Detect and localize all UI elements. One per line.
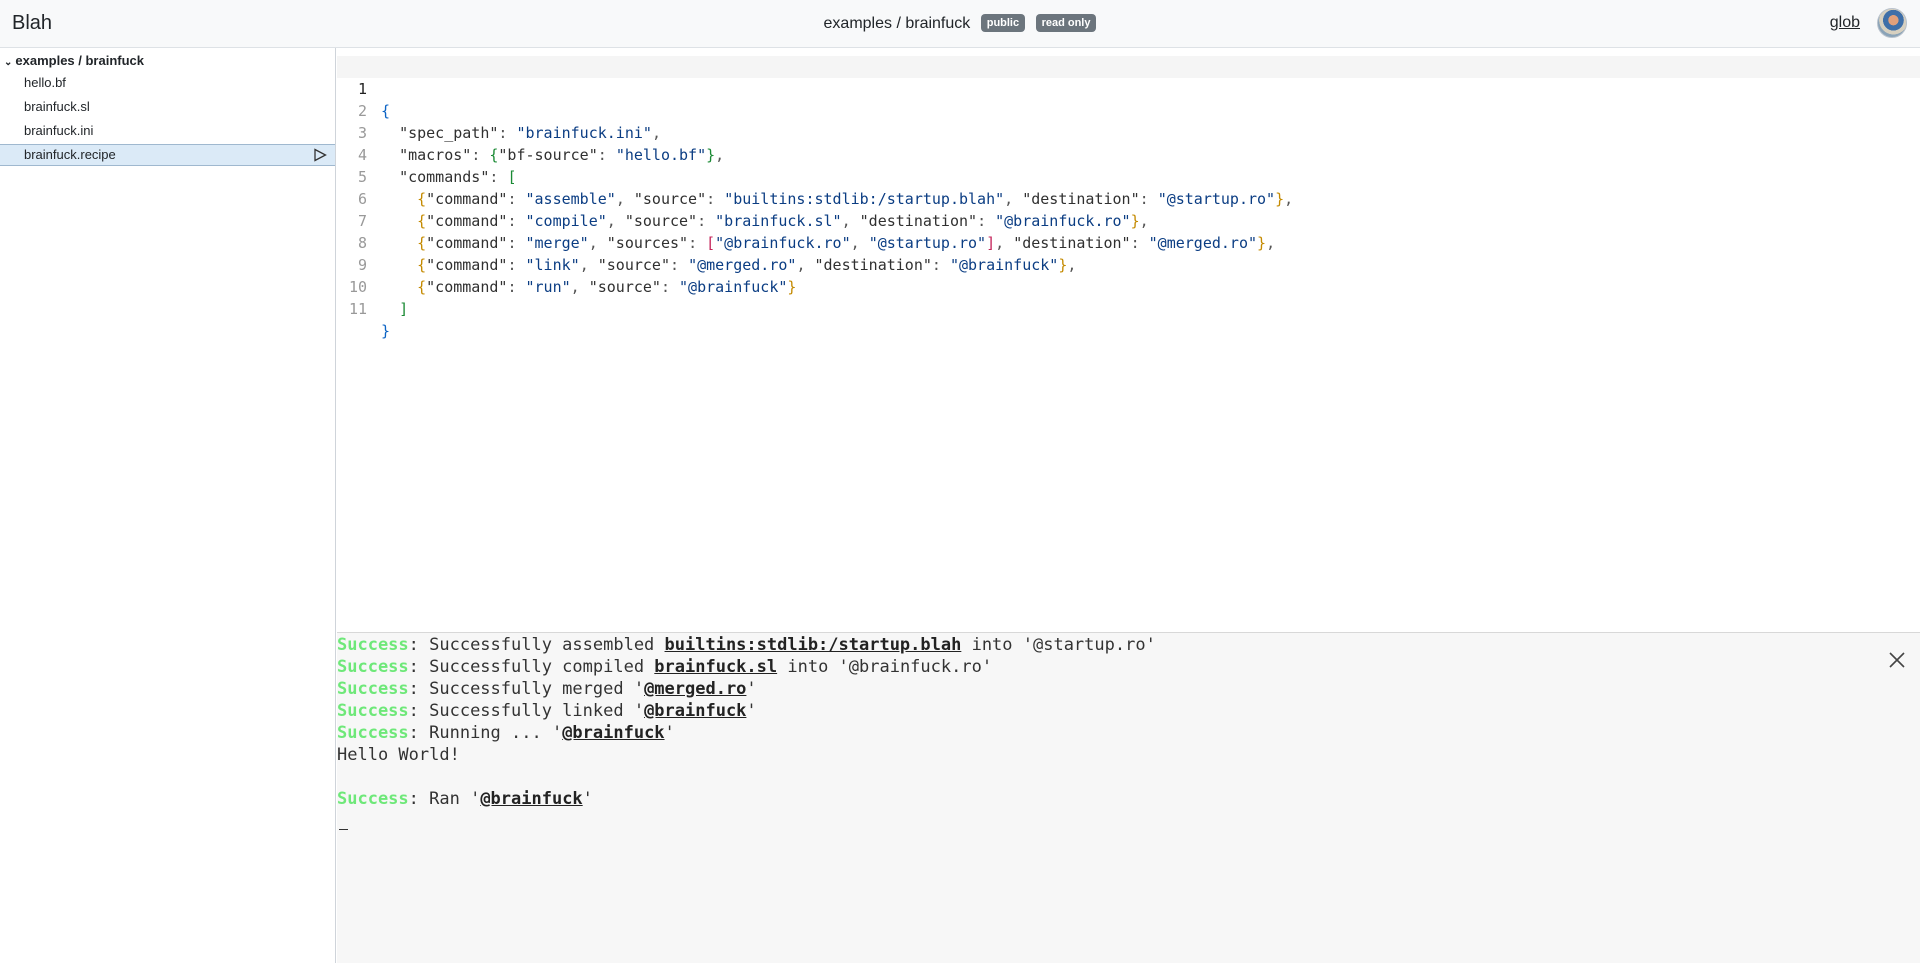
- code-content: }: [381, 322, 391, 340]
- close-icon[interactable]: [1888, 651, 1906, 669]
- console-output: Hello World!: [337, 745, 460, 765]
- console-line-3: Success: Successfully merged '@merged.ro…: [337, 679, 757, 699]
- code-line-7: 7 {"command": "merge", "sources": ["@bra…: [337, 188, 1920, 252]
- console-line-5: Success: Running ... '@brainfuck': [337, 723, 675, 743]
- top-navbar: Blah examples / brainfuck public read on…: [0, 0, 1920, 48]
- chevron-down-icon: ⌄: [4, 57, 13, 68]
- file-item-brainfuck-recipe[interactable]: brainfuck.recipe: [0, 144, 335, 166]
- code-line-9: 9 {"command": "run", "source": "@brainfu…: [337, 232, 1920, 296]
- console-line-4: Success: Successfully linked '@brainfuck…: [337, 701, 757, 721]
- code-line-4: 4 "commands": [: [337, 122, 1920, 186]
- file-label: brainfuck.recipe: [24, 147, 116, 162]
- user-link[interactable]: glob: [1830, 14, 1860, 32]
- code-line-11: 11 }: [337, 276, 1920, 340]
- repo-title-bar: examples / brainfuck public read only: [0, 14, 1920, 33]
- code-editor[interactable]: 1 { 2 "spec_path": "brainfuck.ini", 3 "m…: [337, 48, 1920, 632]
- console-link[interactable]: @brainfuck: [480, 789, 582, 809]
- code-line-1: 1 {: [337, 56, 1920, 120]
- tree-root-folder[interactable]: ⌄ examples / brainfuck: [4, 53, 144, 68]
- avatar[interactable]: [1877, 8, 1907, 38]
- console-link[interactable]: @brainfuck: [562, 723, 664, 743]
- repo-title: examples / brainfuck: [823, 15, 971, 32]
- code-line-2: 2 "spec_path": "brainfuck.ini",: [337, 78, 1920, 142]
- console-cursor: [339, 829, 348, 830]
- file-item-hello-bf[interactable]: hello.bf: [0, 72, 335, 94]
- public-badge: public: [980, 14, 1026, 32]
- file-tree-sidebar: ⌄ examples / brainfuck hello.bf brainfuck…: [0, 48, 336, 963]
- console-link[interactable]: @merged.ro: [644, 679, 746, 699]
- console-line-1: Success: Successfully assembled builtins…: [337, 635, 1156, 655]
- code-line-3: 3 "macros": {"bf-source": "hello.bf"},: [337, 100, 1920, 164]
- code-line-5: 5 {"command": "assemble", "source": "bui…: [337, 144, 1920, 208]
- file-label: brainfuck.sl: [24, 99, 90, 114]
- console-link[interactable]: brainfuck.sl: [654, 657, 777, 677]
- line-number: 11: [348, 300, 367, 318]
- file-label: brainfuck.ini: [24, 123, 94, 138]
- code-content: ]: [399, 300, 409, 318]
- console-link[interactable]: builtins:stdlib:/startup.blah: [665, 635, 962, 655]
- console-line-2: Success: Successfully compiled brainfuck…: [337, 657, 993, 677]
- code-line-8: 8 {"command": "link", "source": "@merged…: [337, 210, 1920, 274]
- code-line-10: 10 ]: [337, 254, 1920, 318]
- read-only-badge: read only: [1035, 14, 1097, 32]
- code-line-6: 6 {"command": "compile", "source": "brai…: [337, 166, 1920, 230]
- output-console[interactable]: Success: Successfully assembled builtins…: [337, 632, 1920, 963]
- tree-root-label: examples / brainfuck: [15, 53, 145, 68]
- file-item-brainfuck-sl[interactable]: brainfuck.sl: [0, 96, 335, 118]
- file-item-brainfuck-ini[interactable]: brainfuck.ini: [0, 120, 335, 142]
- file-label: hello.bf: [24, 75, 66, 90]
- play-icon[interactable]: [313, 148, 327, 162]
- console-line-8: Success: Ran '@brainfuck': [337, 789, 593, 809]
- console-link[interactable]: @brainfuck: [644, 701, 746, 721]
